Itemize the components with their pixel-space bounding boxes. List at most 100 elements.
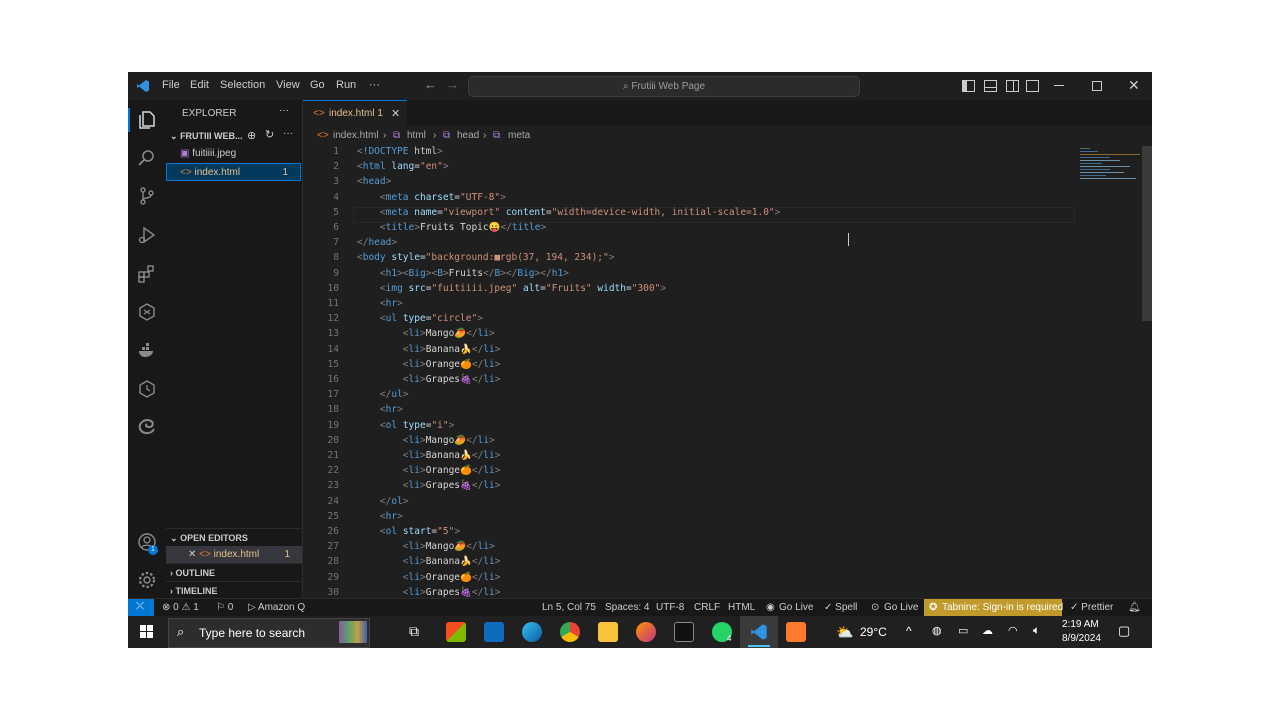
code-line[interactable]: <body style="background:■rgb(37, 194, 23… bbox=[357, 252, 614, 263]
timeline-extension-icon[interactable] bbox=[137, 379, 157, 399]
edge-tools-icon[interactable] bbox=[137, 417, 157, 437]
code-line[interactable]: </head> bbox=[357, 237, 397, 248]
code-line[interactable]: <li>Orange🍊</li> bbox=[357, 465, 501, 476]
menu-run[interactable]: Run bbox=[336, 79, 356, 91]
menu-selection[interactable]: Selection bbox=[220, 79, 265, 91]
battery-icon[interactable]: ▭ bbox=[958, 624, 968, 637]
toggle-panel-icon[interactable] bbox=[984, 80, 997, 92]
back-arrow-icon[interactable]: ← bbox=[424, 77, 437, 92]
prettier[interactable]: ✓ Prettier bbox=[1070, 602, 1113, 613]
codeium-icon[interactable] bbox=[137, 302, 157, 322]
code-line[interactable]: <li>Grapes🍇</li> bbox=[357, 480, 501, 491]
tab-index-html[interactable]: <> index.html 1 ✕ bbox=[303, 100, 407, 127]
menu-go[interactable]: Go bbox=[310, 79, 325, 91]
code-line[interactable]: </ul> bbox=[357, 389, 409, 400]
files-icon[interactable] bbox=[137, 110, 157, 130]
code-line[interactable]: <hr> bbox=[357, 511, 403, 522]
amazon-q-indicator[interactable]: ▷ Amazon Q bbox=[248, 602, 305, 613]
indentation[interactable]: Spaces: 4 bbox=[605, 602, 649, 613]
command-center[interactable]: ⌕ Frutiii Web Page bbox=[468, 76, 860, 97]
refresh-icon[interactable]: ↻ bbox=[265, 128, 274, 141]
file-row-jpeg[interactable]: ▣ fuitiiii.jpeg bbox=[166, 145, 302, 163]
explorer-more-icon[interactable]: ··· bbox=[279, 105, 289, 116]
toggle-sidebar-icon[interactable] bbox=[962, 80, 975, 92]
forward-arrow-icon[interactable]: → bbox=[446, 77, 459, 92]
code-line[interactable]: <html lang="en"> bbox=[357, 161, 449, 172]
code-line[interactable]: <li>Grapes🍇</li> bbox=[357, 587, 501, 598]
microsoft-store-icon[interactable] bbox=[446, 622, 466, 642]
extensions-icon[interactable] bbox=[137, 264, 157, 284]
terminal-icon[interactable] bbox=[674, 622, 694, 642]
wifi-icon[interactable]: ◠ bbox=[1008, 624, 1018, 637]
tabnine-status[interactable]: ✪ Tabnine: Sign-in is required bbox=[924, 599, 1063, 617]
code-line[interactable]: </ol> bbox=[357, 496, 409, 507]
menu-edit[interactable]: Edit bbox=[190, 79, 209, 91]
remote-indicator[interactable]: ⤫ bbox=[128, 599, 154, 617]
code-line[interactable]: <meta name="viewport" content="width=dev… bbox=[357, 207, 781, 218]
go-live-2[interactable]: Go Live bbox=[884, 602, 918, 613]
code-line[interactable]: <li>Grapes🍇</li> bbox=[357, 374, 501, 385]
weather-temp[interactable]: 29°C bbox=[860, 625, 887, 639]
open-editor-item[interactable]: ✕ <> index.html 1 bbox=[166, 546, 302, 564]
task-view-icon[interactable]: ⧉ bbox=[409, 623, 419, 640]
outline-header[interactable]: › OUTLINE bbox=[166, 563, 302, 582]
menu-file[interactable]: File bbox=[162, 79, 180, 91]
source-control-icon[interactable] bbox=[137, 186, 157, 206]
run-debug-icon[interactable] bbox=[137, 225, 157, 245]
toggle-secondary-sidebar-icon[interactable] bbox=[1006, 80, 1019, 92]
menu-view[interactable]: View bbox=[276, 79, 300, 91]
code-line[interactable]: <!DOCTYPE html> bbox=[357, 146, 443, 157]
code-line[interactable]: <li>Orange🍊</li> bbox=[357, 572, 501, 583]
open-editors-header[interactable]: ⌄ OPEN EDITORS bbox=[166, 528, 302, 547]
breadcrumb-meta[interactable]: meta bbox=[508, 130, 530, 141]
menu-more[interactable]: ··· bbox=[369, 79, 380, 91]
code-line[interactable]: <meta charset="UTF-8"> bbox=[357, 192, 506, 203]
volume-icon[interactable]: 🔈︎ bbox=[1033, 623, 1040, 638]
clock-date[interactable]: 8/9/2024 bbox=[1062, 633, 1101, 644]
cursor-position[interactable]: Ln 5, Col 75 bbox=[542, 602, 596, 613]
code-line[interactable]: <ul type="circle"> bbox=[357, 313, 483, 324]
code-line[interactable]: <hr> bbox=[357, 404, 403, 415]
tray-app-icon[interactable]: ◍ bbox=[932, 624, 942, 637]
folder-row[interactable]: ⌄ FRUTIII WEB... bbox=[166, 127, 302, 145]
code-line[interactable]: <li>Mango🥭</li> bbox=[357, 435, 495, 446]
minimize-icon[interactable] bbox=[1054, 85, 1064, 86]
ports-indicator[interactable]: ⚐ 0 bbox=[216, 602, 233, 613]
problems-indicator[interactable]: ⊗ 0 ⚠ 1 bbox=[162, 602, 199, 613]
taskbar-search[interactable]: ⌕ Type here to search bbox=[168, 618, 370, 648]
edge-icon[interactable] bbox=[522, 622, 542, 642]
code-editor[interactable]: 1 <!DOCTYPE html> 2 <html lang="en"> 3 <head>… bbox=[303, 146, 1152, 598]
sublime-app-icon[interactable] bbox=[786, 622, 806, 642]
tray-chevron-icon[interactable]: ^ bbox=[906, 624, 912, 638]
folder-more-icon[interactable]: ··· bbox=[283, 128, 293, 139]
code-line[interactable]: <li>Banana🍌</li> bbox=[357, 344, 501, 355]
notification-center-icon[interactable]: ▢ bbox=[1118, 623, 1130, 639]
code-line[interactable]: <ol start="5"> bbox=[357, 526, 460, 537]
code-line[interactable]: <head> bbox=[357, 176, 391, 187]
breadcrumb-file[interactable]: index.html bbox=[333, 130, 379, 141]
close-editor-icon[interactable]: ✕ bbox=[188, 549, 196, 560]
onedrive-icon[interactable]: ☁ bbox=[982, 624, 993, 637]
notifications-bell-icon[interactable]: 🔔︎ bbox=[1128, 602, 1141, 613]
windows-start-icon[interactable] bbox=[140, 625, 154, 639]
code-line[interactable]: <ol type="i"> bbox=[357, 420, 454, 431]
code-line[interactable]: <li>Mango🥭</li> bbox=[357, 541, 495, 552]
minimap[interactable] bbox=[1078, 146, 1152, 598]
close-window-icon[interactable]: ✕ bbox=[1128, 77, 1140, 94]
new-file-icon[interactable]: ⊕ bbox=[247, 129, 256, 142]
file-explorer-icon[interactable] bbox=[598, 622, 618, 642]
mail-icon[interactable] bbox=[484, 622, 504, 642]
encoding[interactable]: UTF-8 bbox=[656, 602, 684, 613]
code-line[interactable]: <li>Mango🥭</li> bbox=[357, 328, 495, 339]
clock-time[interactable]: 2:19 AM bbox=[1062, 619, 1099, 630]
chrome-icon[interactable] bbox=[560, 622, 580, 642]
breadcrumb-html[interactable]: html bbox=[407, 130, 426, 141]
code-line[interactable]: <li>Banana🍌</li> bbox=[357, 556, 501, 567]
customize-layout-icon[interactable] bbox=[1026, 80, 1039, 92]
end-of-line[interactable]: CRLF bbox=[694, 602, 720, 613]
breadcrumb-head[interactable]: head bbox=[457, 130, 479, 141]
close-tab-icon[interactable]: ✕ bbox=[391, 107, 400, 120]
code-line[interactable]: <hr> bbox=[357, 298, 403, 309]
code-line[interactable]: <h1><Big><B>Fruits</B></Big></h1> bbox=[357, 268, 569, 279]
search-icon[interactable] bbox=[137, 148, 157, 168]
